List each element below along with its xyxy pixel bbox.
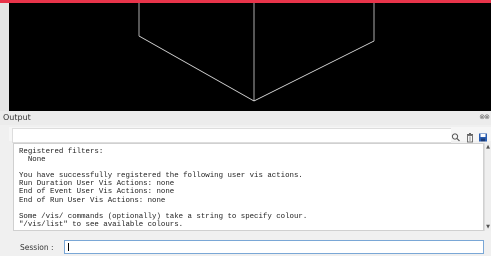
console-line: You have successfully registered the fol… [19,172,303,181]
search-icon[interactable] [451,128,461,142]
output-search-input[interactable] [12,128,451,143]
console-line: Run Duration User Vis Actions: none [19,180,175,189]
save-icon[interactable] [478,128,488,142]
console-line: None [19,156,46,165]
console-line: Some /vis/ commands (optionally) take a … [19,212,308,221]
viewer-side-strip [0,3,9,111]
wireframe-cube [138,3,375,102]
session-label: Session : [20,243,54,252]
scroll-up-icon[interactable]: ▲ [485,144,491,150]
text-caret [68,243,69,251]
scroll-down-icon[interactable]: ▼ [485,224,491,230]
output-console[interactable]: Registered filters: None You have succes… [13,143,484,231]
scene-viewer[interactable] [9,3,491,111]
console-line: Registered filters: [19,148,104,156]
trash-icon[interactable] [465,128,475,143]
output-title: Output [3,113,31,122]
panel-controls-icon[interactable]: ⊗⊗ [479,113,490,121]
console-line: "/vis/list" to see available colours. [19,220,184,229]
console-scrollbar[interactable]: ▲ ▼ [484,143,491,231]
session-input[interactable] [64,240,484,254]
console-text: Registered filters: None You have succes… [19,148,307,229]
output-header [0,111,491,125]
console-line: End of Event User Vis Actions: none [19,188,175,197]
console-line: End of Run User Vis Actions: none [19,196,166,205]
